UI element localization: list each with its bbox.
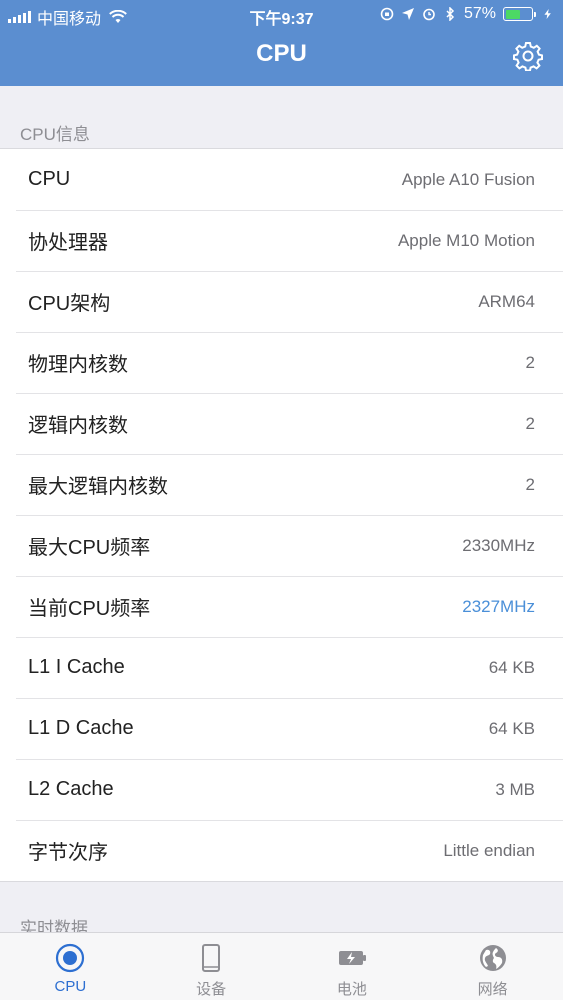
status-right: 57% <box>380 5 553 23</box>
tab-label: 电池 <box>336 981 367 998</box>
status-bar: 中国移动 下午9:37 57% <box>0 0 563 30</box>
battery-icon <box>338 951 366 965</box>
row-value: 2 <box>525 352 535 372</box>
list-item-byte-order: 字节次序 Little endian <box>0 820 563 881</box>
device-icon <box>202 944 221 972</box>
bluetooth-icon <box>446 7 455 21</box>
row-label: 字节次序 <box>28 842 108 864</box>
row-value: 2 <box>525 413 535 433</box>
row-value: Apple M10 Motion <box>397 230 535 250</box>
tab-cpu[interactable]: CPU <box>0 933 141 1000</box>
row-label: 协处理器 <box>28 232 108 254</box>
tab-network[interactable]: 网络 <box>422 933 563 1000</box>
list-item-l2-cache: L2 Cache 3 MB <box>0 759 563 820</box>
row-value: 2330MHz <box>462 535 535 555</box>
navigation-header: 中国移动 下午9:37 57% CPU <box>0 0 563 86</box>
row-value: 64 KB <box>488 657 535 677</box>
row-label: 当前CPU频率 <box>28 598 151 620</box>
cpu-icon <box>56 943 85 973</box>
battery-fill <box>505 9 520 19</box>
gear-icon[interactable] <box>513 41 543 71</box>
list-item-physical-cores: 物理内核数 2 <box>0 332 563 393</box>
row-value: Little endian <box>443 840 535 860</box>
charging-icon <box>544 9 551 19</box>
alarm-icon <box>423 8 435 21</box>
list-item-l1-i-cache: L1 I Cache 64 KB <box>0 637 563 698</box>
current-frequency-value: 2327MHz <box>462 596 535 616</box>
row-label: 逻辑内核数 <box>28 415 128 437</box>
row-label: 最大逻辑内核数 <box>28 476 168 498</box>
list-item-coprocessor: 协处理器 Apple M10 Motion <box>0 210 563 271</box>
row-value: 2 <box>525 474 535 494</box>
row-value: ARM64 <box>478 291 535 311</box>
tab-bar: CPU 设备 电池 网络 <box>0 932 563 1000</box>
tab-label: CPU <box>54 978 87 995</box>
row-label: L1 D Cache <box>28 717 134 739</box>
list-item-cpu-architecture: CPU架构 ARM64 <box>0 271 563 332</box>
tab-label: 设备 <box>196 981 227 998</box>
row-label: CPU架构 <box>28 293 111 315</box>
cpu-info-list: CPU Apple A10 Fusion 协处理器 Apple M10 Moti… <box>0 148 563 882</box>
page-title: CPU <box>256 40 307 67</box>
tab-device[interactable]: 设备 <box>141 933 282 1000</box>
row-value: Apple A10 Fusion <box>401 169 535 189</box>
list-item-current-cpu-frequency: 当前CPU频率 2327MHz <box>0 576 563 637</box>
battery-indicator-icon <box>503 7 536 21</box>
rotation-lock-icon <box>380 7 394 21</box>
location-icon <box>401 8 414 20</box>
row-label: 物理内核数 <box>28 354 128 376</box>
row-label: 最大CPU频率 <box>28 537 151 559</box>
section-title-cpu-info: CPU信息 <box>20 125 90 144</box>
list-item-logical-cores: 逻辑内核数 2 <box>0 393 563 454</box>
list-item-max-cpu-frequency: 最大CPU频率 2330MHz <box>0 515 563 576</box>
tab-label: 网络 <box>477 981 508 998</box>
tab-battery[interactable]: 电池 <box>282 933 423 1000</box>
battery-percent: 57% <box>463 5 496 22</box>
row-value: 3 MB <box>495 779 535 799</box>
row-label: L2 Cache <box>28 778 114 800</box>
row-value: 64 KB <box>488 718 535 738</box>
row-label: L1 I Cache <box>28 656 125 678</box>
list-item-max-logical-cores: 最大逻辑内核数 2 <box>0 454 563 515</box>
list-item-l1-d-cache: L1 D Cache 64 KB <box>0 698 563 759</box>
row-label: CPU <box>28 168 71 190</box>
globe-icon <box>479 945 506 971</box>
list-item-cpu: CPU Apple A10 Fusion <box>0 149 563 210</box>
